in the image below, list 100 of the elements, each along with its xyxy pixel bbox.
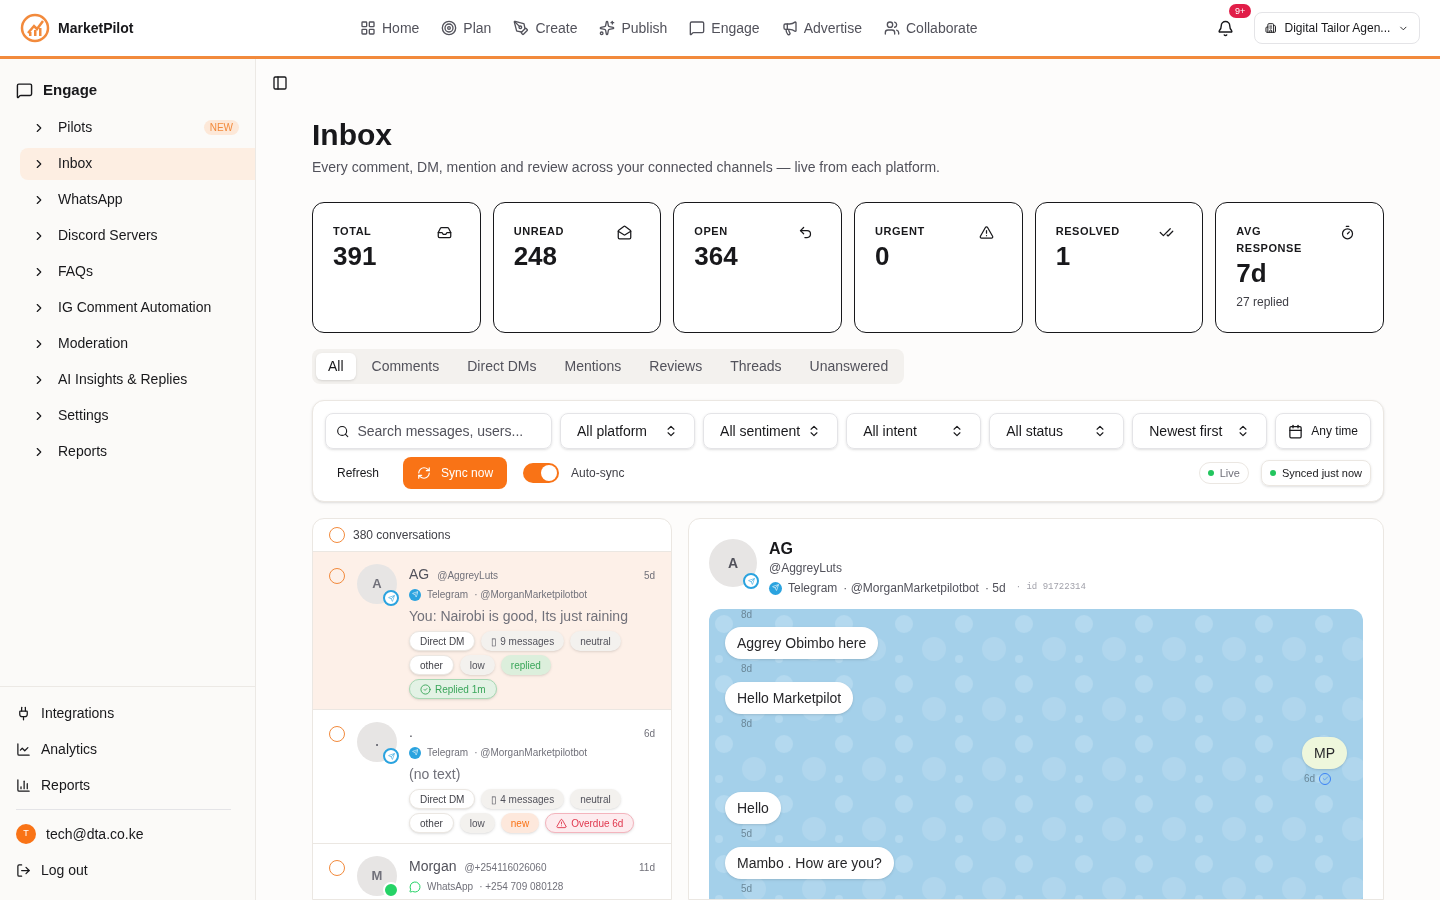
telegram-badge-icon [383, 748, 399, 764]
section-title: Engage [43, 80, 98, 100]
nav-link[interactable]: Publish [599, 17, 668, 39]
filter-tab[interactable]: Direct DMs [455, 353, 549, 380]
filter-tab[interactable]: Unanswered [797, 353, 901, 380]
tag: ▯ 9 messages [481, 631, 565, 651]
filter-tab[interactable]: Mentions [552, 353, 634, 380]
platform-label: Telegram [427, 588, 469, 602]
date-select[interactable]: Any time [1275, 413, 1371, 449]
filter-tab[interactable]: Threads [718, 353, 794, 380]
tag: other [409, 813, 454, 833]
line-chart-icon [16, 741, 31, 757]
contact-name: AG [769, 539, 794, 559]
filter-select[interactable]: All intent [846, 413, 982, 449]
conversation-count: 380 conversations [353, 527, 451, 544]
sidebar-link[interactable]: Reports [16, 767, 239, 803]
conversation-time: 11d [639, 861, 655, 875]
account-label: · @MorganMarketpilotbot [843, 580, 979, 597]
avatar: M [357, 856, 397, 896]
tag: ▯ 4 messages [481, 789, 565, 809]
conversation-age: · 5d [984, 580, 1006, 597]
reply-arrow-icon [798, 225, 813, 240]
logout-link[interactable]: Log out [16, 852, 239, 888]
sidebar-item[interactable]: Inbox [20, 147, 255, 180]
filter-select[interactable]: All sentiment [703, 413, 839, 449]
sidebar-item[interactable]: WhatsApp [20, 183, 255, 216]
target-icon [441, 20, 458, 36]
conversation-time: 6d [643, 727, 655, 741]
nav-link[interactable]: Engage [689, 17, 760, 39]
search-field[interactable]: Search messages, users... [357, 420, 541, 442]
autosync-switch[interactable] [523, 463, 560, 483]
page-subtitle: Every comment, DM, mention and review across your connected channels — live from each platform. [312, 158, 941, 177]
search-icon [336, 423, 350, 439]
sidebar-item[interactable]: Settings [20, 399, 255, 432]
refresh-button[interactable]: Refresh [325, 457, 392, 489]
plug-icon [16, 705, 31, 721]
sync-status-chip: Synced just now [1260, 460, 1371, 486]
telegram-icon [409, 588, 421, 601]
search-box[interactable]: Search messages, users... [325, 413, 552, 449]
contact-handle: @+254116026060 [464, 861, 547, 875]
message-bubble: Mambo . How are you? [725, 847, 894, 879]
conversation-id: · id 91722314 [1015, 581, 1086, 595]
platform-label: Telegram [788, 580, 838, 597]
pen-icon [513, 20, 530, 36]
brand-name: MarketPilot [58, 18, 134, 38]
sidebar-item[interactable]: Reports [20, 435, 255, 468]
contact-handle: @AggreyLuts [769, 560, 843, 577]
sidebar-link[interactable]: Integrations [16, 695, 239, 731]
telegram-badge-icon [743, 573, 759, 589]
tag: low [459, 655, 495, 675]
filter-select[interactable]: Newest first [1132, 413, 1268, 449]
page-title: Inbox [312, 117, 393, 153]
tag: Direct DM [409, 789, 476, 809]
filter-select[interactable]: All status [989, 413, 1125, 449]
sidebar-item[interactable]: Moderation [20, 327, 255, 360]
sidebar-item[interactable]: FAQs [20, 255, 255, 288]
sidebar-item[interactable]: IG Comment Automation [20, 291, 255, 324]
tag: Direct DM [409, 631, 476, 651]
message-bubble: Aggrey Obimbo here [725, 627, 879, 659]
contact-name: AG [409, 565, 430, 584]
filter-tab[interactable]: Comments [359, 353, 452, 380]
sparkles-icon [599, 20, 616, 36]
logout-icon [16, 862, 31, 878]
contact-name: . [409, 723, 413, 742]
bar-chart-icon [16, 777, 31, 793]
nav-link[interactable]: Home [360, 17, 420, 39]
nav-link[interactable]: Create [513, 17, 578, 39]
sidebar-item[interactable]: Pilots NEW [20, 111, 255, 144]
stat-card: AVG RESPONSE 7d 27 replied [1215, 202, 1384, 333]
sidebar-link[interactable]: Analytics [16, 731, 239, 767]
conversation-row[interactable]: A AG @AggreyLuts 5d Telegram · @MorganMarketpilotbot You: Nairobi is good, Its just raining Direct DM ▯ 9 messages neutral other low replied Replied 1m [313, 552, 671, 710]
nav-link[interactable]: Plan [441, 17, 492, 39]
filter-tab[interactable]: Reviews [637, 353, 715, 380]
bell-icon [1217, 19, 1234, 37]
nav-link[interactable]: Advertise [781, 17, 862, 39]
user-avatar: T [16, 824, 36, 844]
filter-select[interactable]: All platform [560, 413, 696, 449]
sidebar-item[interactable]: AI Insights & Replies [20, 363, 255, 396]
open-envelope-icon [617, 225, 633, 240]
tag: other [409, 655, 454, 675]
workspace-select[interactable]: Digital Tailor Agen... [1254, 12, 1420, 44]
message-time: 8d [741, 609, 754, 621]
check-circle-icon [420, 683, 431, 695]
logo-icon [20, 13, 50, 43]
avatar: . [357, 722, 397, 762]
sidebar-item[interactable]: Discord Servers [20, 219, 255, 252]
nav-link[interactable]: Collaborate [884, 17, 978, 39]
panel-icon [272, 75, 288, 91]
account-label: · @MorganMarketpilotbot [474, 588, 588, 602]
contact-handle: @AggreyLuts [437, 569, 498, 583]
chat-bubble-icon [689, 20, 706, 36]
megaphone-icon [781, 20, 798, 36]
filter-tab[interactable]: All [316, 353, 356, 380]
message-time: 8d [741, 717, 753, 731]
stat-card: URGENT 0 [854, 202, 1023, 333]
telegram-icon [769, 581, 782, 595]
message-bubble: Hello [725, 792, 781, 824]
telegram-badge-icon [383, 590, 399, 606]
tag: Replied 1m [409, 679, 497, 699]
warning-icon [978, 225, 994, 240]
